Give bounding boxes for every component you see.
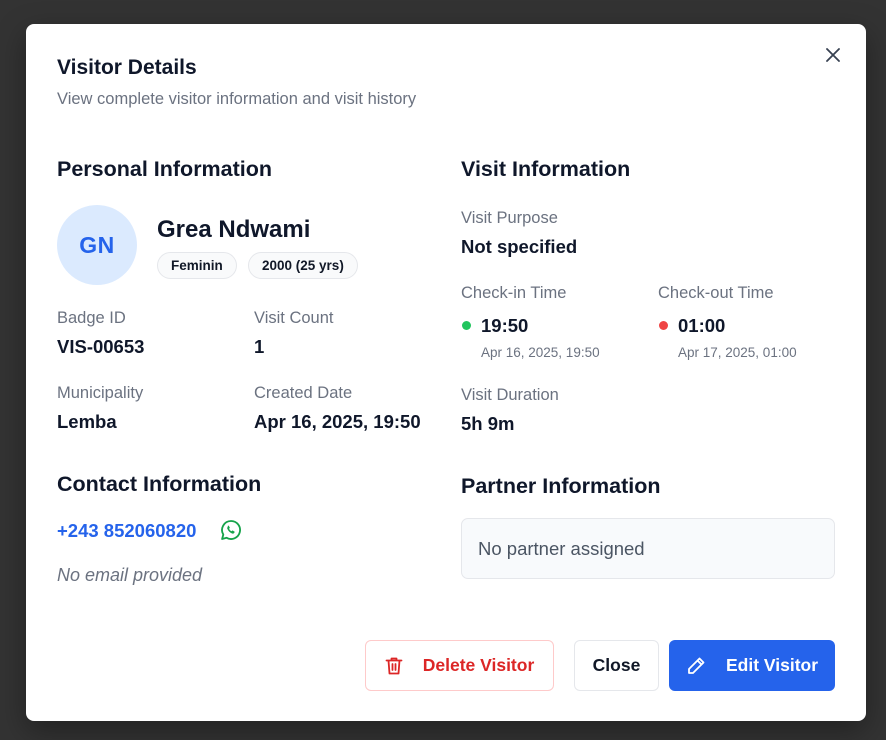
checkin-date: Apr 16, 2025, 19:50 xyxy=(481,345,600,360)
checkout-status-dot xyxy=(659,321,668,330)
partner-empty-text: No partner assigned xyxy=(478,537,645,559)
municipality-value: Lemba xyxy=(57,411,117,432)
checkin-status-dot xyxy=(462,321,471,330)
delete-visitor-label: Delete Visitor xyxy=(422,655,535,675)
whatsapp-icon[interactable] xyxy=(220,519,242,541)
delete-visitor-button[interactable]: Delete Visitor xyxy=(365,640,554,691)
email-placeholder: No email provided xyxy=(57,565,203,585)
phone-link[interactable]: +243 852060820 xyxy=(57,520,196,542)
visitor-name: Grea Ndwami xyxy=(157,216,311,243)
avatar: GN xyxy=(57,205,137,285)
badge-id-label: Badge ID xyxy=(57,309,126,327)
checkout-date: Apr 17, 2025, 01:00 xyxy=(678,345,797,360)
contact-info-heading: Contact Information xyxy=(57,472,262,496)
partner-info-heading: Partner Information xyxy=(461,474,661,498)
checkin-label: Check-in Time xyxy=(461,284,567,302)
edit-visitor-button[interactable]: Edit Visitor xyxy=(669,640,835,691)
created-date-label: Created Date xyxy=(254,384,353,402)
close-dialog-button[interactable] xyxy=(822,44,844,66)
trash-icon xyxy=(385,657,403,674)
close-button[interactable]: Close xyxy=(574,640,659,691)
edit-visitor-label: Edit Visitor xyxy=(725,655,819,675)
municipality-label: Municipality xyxy=(57,384,144,402)
pencil-icon xyxy=(688,657,705,674)
dialog-title: Visitor Details xyxy=(57,56,197,79)
badge-id-value: VIS-00653 xyxy=(57,336,145,357)
close-button-label: Close xyxy=(592,655,641,675)
personal-info-heading: Personal Information xyxy=(57,157,273,181)
visit-duration-label: Visit Duration xyxy=(461,386,559,404)
checkout-time: 01:00 xyxy=(678,315,726,336)
visit-count-value: 1 xyxy=(254,336,265,357)
visit-purpose-label: Visit Purpose xyxy=(461,209,558,227)
visit-info-heading: Visit Information xyxy=(461,157,631,181)
created-date-value: Apr 16, 2025, 19:50 xyxy=(254,411,421,432)
visit-purpose-value: Not specified xyxy=(461,236,578,257)
dialog-subtitle: View complete visitor information and vi… xyxy=(57,90,417,108)
birth-year-badge: 2000 (25 yrs) xyxy=(248,252,358,279)
checkin-time: 19:50 xyxy=(481,315,529,336)
visit-duration-value: 5h 9m xyxy=(461,413,515,434)
visitor-details-dialog: Visitor Details View complete visitor in… xyxy=(26,24,866,721)
partner-empty-state: No partner assigned xyxy=(461,518,835,579)
close-icon xyxy=(826,48,840,62)
visit-count-label: Visit Count xyxy=(254,309,334,327)
gender-badge: Feminin xyxy=(157,252,237,279)
checkout-label: Check-out Time xyxy=(658,284,774,302)
